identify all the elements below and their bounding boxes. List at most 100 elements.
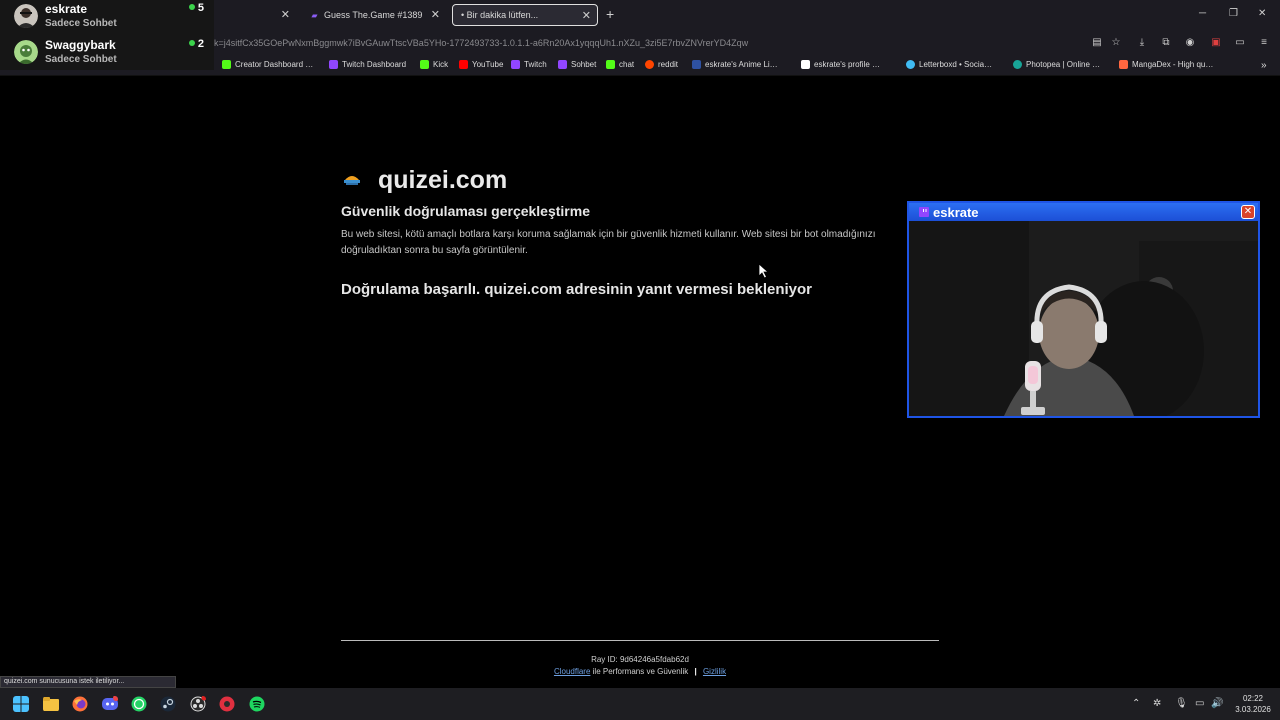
online-dot-icon [188, 4, 195, 10]
bookmark-item[interactable]: Sohbet [558, 60, 596, 69]
bookmark-label: Twitch Dashboard [342, 60, 407, 69]
reddit-icon [645, 60, 654, 69]
close-icon[interactable]: ✕ [431, 8, 440, 21]
twitch-icon [919, 207, 929, 217]
bookmark-item[interactable]: YouTube [459, 60, 503, 69]
display-icon[interactable]: ▭ [1195, 698, 1204, 709]
footer-links: Cloudflare ile Performans ve Güvenlik | … [0, 667, 1280, 676]
footer-separator: | [694, 667, 697, 676]
tab-guess-the-game[interactable]: ▰ Guess The.Game #1389 ✕ [302, 4, 446, 26]
volume-icon[interactable]: 🔊 [1211, 698, 1223, 709]
twitch-icon [329, 60, 338, 69]
twitch-icon [511, 60, 520, 69]
webcam-feed [909, 221, 1258, 416]
downloads-icon[interactable]: ⤓ [1135, 36, 1149, 50]
tab-3-label: • Bir dakika lütfen... [461, 10, 539, 20]
page-heading: Güvenlik doğrulaması gerçekleştirme [341, 203, 590, 219]
chat-overlay: eskrate Sadece Sohbet 5 Swaggybark Sadec… [0, 0, 214, 70]
taskbar: ⌃ ✲ 🎙 ▭ 🔊 [0, 688, 1280, 720]
myanimelist-icon [692, 60, 701, 69]
viewer-count: 5 [188, 2, 204, 14]
recorder-icon[interactable] [219, 696, 235, 712]
microphone-icon[interactable]: 🎙 [1175, 698, 1188, 709]
windows-start-icon[interactable] [13, 696, 29, 712]
bookmark-item[interactable]: Letterboxd • Socia… [906, 60, 992, 69]
verification-status: Doğrulama başarılı. quizei.com adresinin… [341, 281, 812, 298]
letterboxd-icon [906, 60, 915, 69]
bookmark-label: eskrate's Anime Li… [705, 60, 778, 69]
webcam-titlebar[interactable]: eskrate ✕ [909, 203, 1258, 221]
webcam-image [909, 221, 1258, 416]
photopea-icon [1013, 60, 1022, 69]
site-logo-icon [344, 176, 360, 185]
sidebar-icon[interactable]: ▭ [1233, 36, 1247, 50]
mangadex-icon [1119, 60, 1128, 69]
addon-icon[interactable]: ▣ [1209, 36, 1223, 50]
steam-icon[interactable] [160, 696, 176, 712]
minimize-icon[interactable]: ─ [1199, 8, 1206, 19]
bookmark-item[interactable]: Creator Dashboard … [222, 60, 313, 69]
close-window-icon[interactable]: ✕ [1258, 8, 1266, 19]
obs-icon[interactable] [190, 696, 206, 712]
bookmark-label: YouTube [472, 60, 504, 69]
chat-user: eskrate Sadece Sohbet 5 [14, 2, 204, 34]
avatar [14, 4, 38, 28]
mouse-cursor-icon [758, 263, 770, 279]
close-icon[interactable]: ✕ [582, 9, 591, 22]
bookmark-item[interactable]: Kick [420, 60, 448, 69]
bookmark-star-icon[interactable]: ☆ [1109, 36, 1123, 50]
game-icon: ▰ [311, 10, 318, 20]
avatar [14, 40, 38, 64]
viewer-count-value: 2 [197, 38, 204, 50]
tab-1[interactable]: ✕ [214, 4, 296, 26]
kick-icon [606, 60, 615, 69]
bookmark-item[interactable]: Photopea | Online … [1013, 60, 1100, 69]
more-bookmarks-icon[interactable]: » [1261, 60, 1267, 71]
network-settings-icon[interactable]: ✲ [1153, 698, 1161, 709]
bookmark-item[interactable]: eskrate's Anime Li… [692, 60, 778, 69]
extensions-icon[interactable]: ⧉ [1159, 36, 1173, 50]
chat-mode: Sadece Sohbet [45, 18, 117, 29]
bookmark-item[interactable]: eskrate's profile … [801, 60, 880, 69]
discord-icon[interactable] [102, 696, 118, 712]
bookmark-item[interactable]: Twitch Dashboard [329, 60, 406, 69]
firefox-icon[interactable] [72, 696, 88, 712]
menu-icon[interactable]: ≡ [1257, 36, 1271, 50]
vpn-icon[interactable]: ◉ [1183, 36, 1197, 50]
webcam-title: eskrate [933, 205, 979, 220]
close-icon[interactable]: ✕ [281, 8, 290, 21]
clock-date[interactable]: 3.03.2026 [1230, 705, 1276, 714]
new-tab-button[interactable]: + [606, 6, 614, 22]
bookmark-label: Photopea | Online … [1026, 60, 1101, 69]
cloudflare-link[interactable]: Cloudflare [554, 667, 590, 676]
privacy-link[interactable]: Gizlilik [703, 667, 726, 676]
status-tooltip: quizei.com sunucusuna istek iletiliyor..… [0, 676, 176, 688]
ray-id: Ray ID: 9d64246a5fdab62d [591, 655, 689, 664]
chevron-up-icon[interactable]: ⌃ [1132, 698, 1140, 709]
bookmark-item[interactable]: Twitch [511, 60, 547, 69]
whatsapp-icon[interactable] [131, 696, 147, 712]
webcam-window[interactable]: eskrate ✕ [907, 201, 1260, 418]
file-explorer-icon[interactable] [43, 696, 59, 712]
site-name: quizei.com [378, 166, 508, 194]
bookmark-item[interactable]: MangaDex - High qu… [1119, 60, 1213, 69]
clock-time[interactable]: 02:22 [1230, 694, 1276, 703]
youtube-icon [459, 60, 468, 69]
spotify-icon[interactable] [249, 696, 265, 712]
bookmark-item[interactable]: reddit [645, 60, 678, 69]
restore-icon[interactable]: ❐ [1229, 8, 1238, 19]
bookmark-label: reddit [658, 60, 679, 69]
bookmark-label: Twitch [524, 60, 547, 69]
bookmark-label: eskrate's profile … [814, 60, 880, 69]
bookmark-label: MangaDex - High qu… [1132, 60, 1214, 69]
chat-mode: Sadece Sohbet [45, 54, 117, 65]
tab-active[interactable]: • Bir dakika lütfen... ✕ [452, 4, 598, 26]
reader-view-icon[interactable]: ▤ [1090, 36, 1104, 50]
url-field[interactable]: k=j4sitfCx35GOePwNxmBggmwk7iBvGAuwTtscVB… [214, 38, 748, 48]
bookmark-item[interactable]: chat [606, 60, 634, 69]
twitch-icon [558, 60, 567, 69]
viewer-count-value: 5 [197, 2, 204, 14]
page-description: Bu web sitesi, kötü amaçlı botlara karşı… [341, 229, 876, 256]
close-icon[interactable]: ✕ [1241, 205, 1255, 219]
footer-divider [341, 640, 939, 641]
